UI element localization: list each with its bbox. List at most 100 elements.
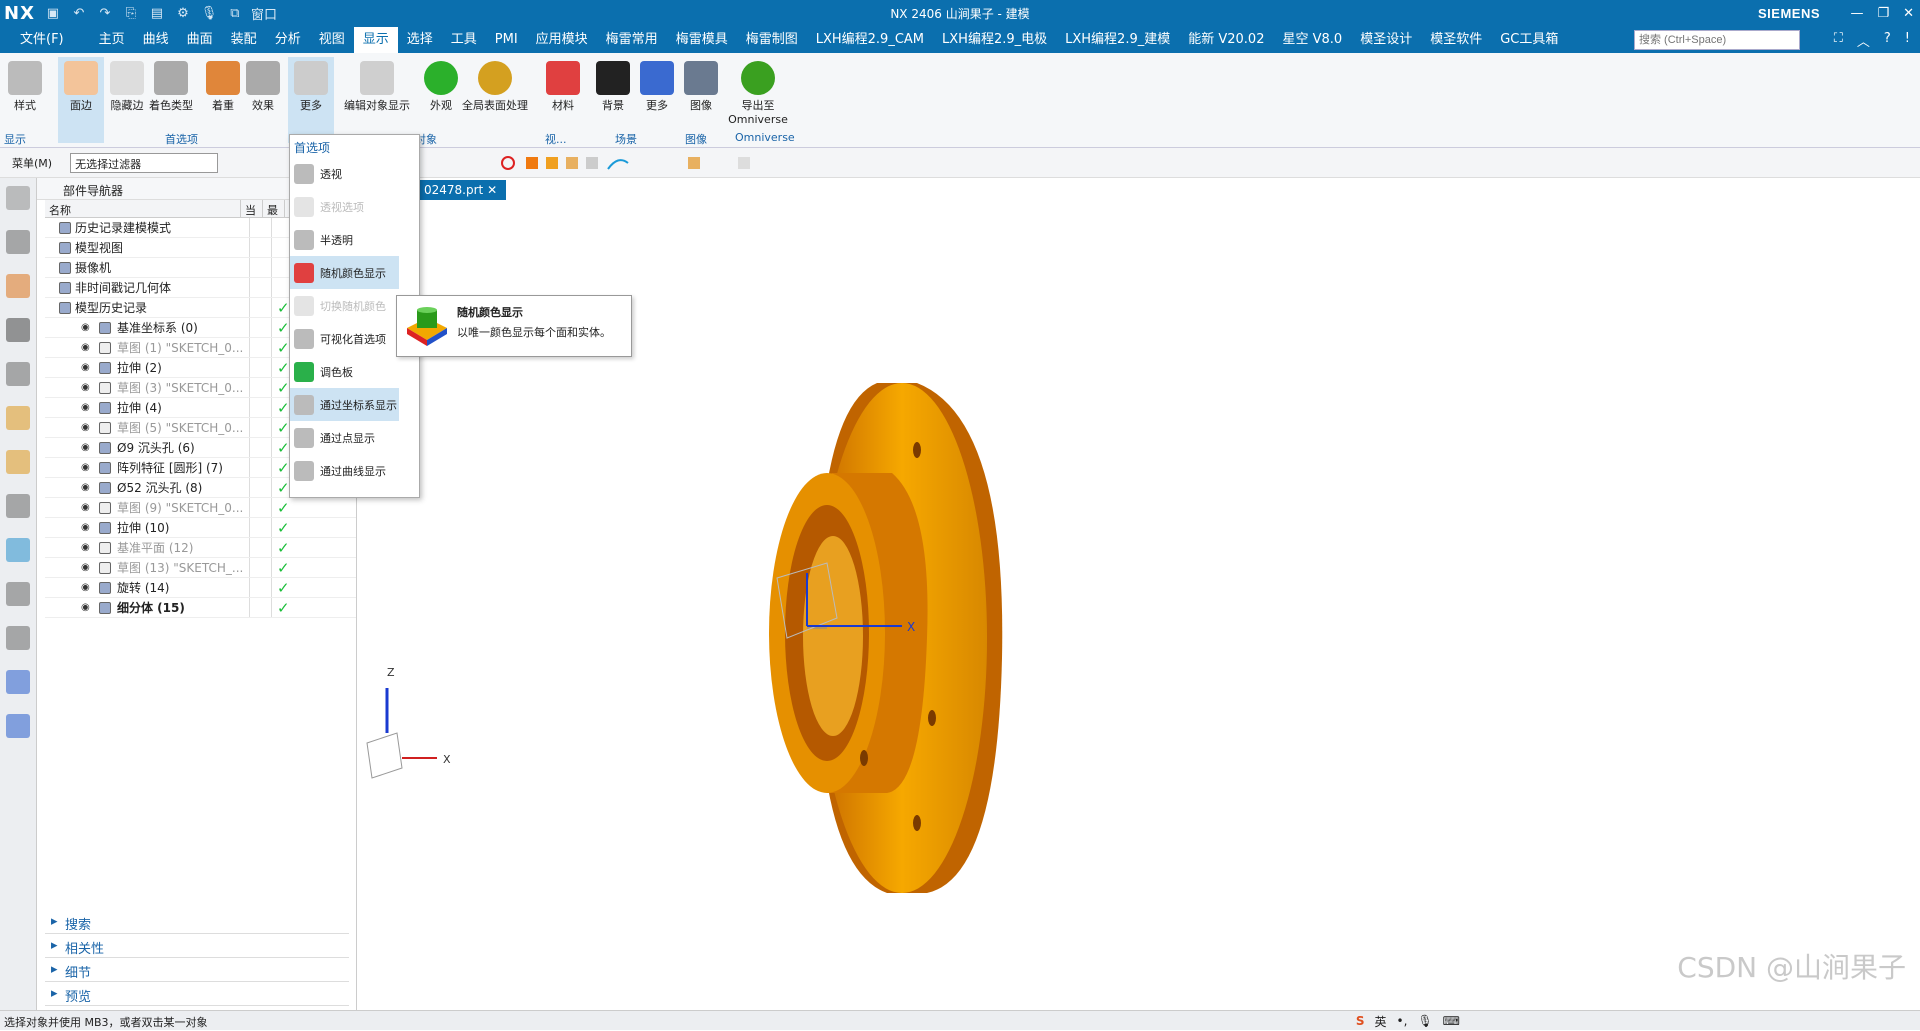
- resource-tab-12[interactable]: [6, 714, 30, 738]
- nav-section-3[interactable]: ▸ 预览: [45, 982, 349, 1006]
- ribbon-button-2[interactable]: 隐藏边: [104, 57, 150, 143]
- visibility-eye-icon[interactable]: ◉: [81, 462, 90, 473]
- menu-tab-10[interactable]: 应用模块: [527, 27, 597, 53]
- dropdown-item-3[interactable]: 随机颜色显示: [290, 256, 399, 289]
- visibility-eye-icon[interactable]: ◉: [81, 422, 90, 433]
- visibility-eye-icon[interactable]: ◉: [81, 522, 90, 533]
- nav-section-2[interactable]: ▸ 细节: [45, 958, 349, 982]
- dropdown-item-4[interactable]: 切换随机颜色: [290, 289, 399, 322]
- visibility-eye-icon[interactable]: ◉: [81, 602, 90, 613]
- visibility-eye-icon[interactable]: ◉: [81, 382, 90, 393]
- ime-mic-icon[interactable]: 🎙: [1417, 1014, 1432, 1028]
- alert-icon[interactable]: !: [1905, 31, 1910, 50]
- menu-tab-6[interactable]: 显示: [354, 27, 398, 53]
- minimize-icon[interactable]: —: [1850, 6, 1863, 21]
- ime-toolbar[interactable]: S 英 •, 🎙 ⌨: [1356, 1011, 1460, 1031]
- column-latest[interactable]: 最: [263, 200, 285, 217]
- tree-row[interactable]: 草图 (9) "SKETCH_0...◉✓: [45, 498, 356, 518]
- command-search-input[interactable]: [1634, 30, 1800, 50]
- menu-tab-19[interactable]: 模圣设计: [1351, 27, 1421, 53]
- menu-tab-18[interactable]: 星空 V8.0: [1273, 27, 1351, 53]
- tree-row[interactable]: 基准平面 (12)◉✓: [45, 538, 356, 558]
- tree-row[interactable]: 细分体 (15)◉✓: [45, 598, 356, 618]
- visibility-eye-icon[interactable]: ◉: [81, 482, 90, 493]
- ribbon-button-1[interactable]: 面边: [58, 57, 104, 143]
- visibility-eye-icon[interactable]: ◉: [81, 322, 90, 333]
- ime-logo-icon[interactable]: S: [1356, 1014, 1365, 1028]
- menu-tab-13[interactable]: 梅雷制图: [737, 27, 807, 53]
- restore-icon[interactable]: ❐: [1877, 6, 1889, 21]
- menu-tab-5[interactable]: 视图: [310, 27, 354, 53]
- menu-button[interactable]: 菜单(M): [12, 155, 52, 171]
- resource-tab-4[interactable]: [6, 362, 30, 386]
- column-current[interactable]: 当: [241, 200, 263, 217]
- resource-tab-5[interactable]: [6, 406, 30, 430]
- file-menu[interactable]: 文件(F): [0, 27, 90, 53]
- menu-tab-21[interactable]: GC工具箱: [1491, 27, 1567, 53]
- tree-row[interactable]: 草图 (13) "SKETCH_...◉✓: [45, 558, 356, 578]
- part-file-tab[interactable]: 02478.prt ✕: [420, 180, 506, 200]
- dropdown-item-8[interactable]: 通过点显示: [290, 421, 399, 454]
- ribbon-button-5[interactable]: 效果: [240, 57, 286, 143]
- menu-tab-2[interactable]: 曲面: [178, 27, 222, 53]
- dropdown-item-6[interactable]: 调色板: [290, 355, 399, 388]
- resource-tab-10[interactable]: [6, 626, 30, 650]
- menu-tab-1[interactable]: 曲线: [134, 27, 178, 53]
- redo-icon[interactable]: ↷: [95, 6, 115, 21]
- menu-tab-11[interactable]: 梅雷常用: [597, 27, 667, 53]
- menu-tab-14[interactable]: LXH编程2.9_CAM: [807, 27, 933, 53]
- resource-tab-11[interactable]: [6, 670, 30, 694]
- fullscreen-icon[interactable]: ⛶: [1834, 31, 1843, 50]
- visibility-eye-icon[interactable]: ◉: [81, 442, 90, 453]
- copy-icon[interactable]: ⎘: [121, 6, 141, 21]
- visibility-eye-icon[interactable]: ◉: [81, 542, 90, 553]
- save-icon[interactable]: ▣: [43, 6, 63, 21]
- nav-section-0[interactable]: ▸ 搜索: [45, 910, 349, 934]
- ribbon-button-12[interactable]: 更多: [634, 57, 680, 143]
- resource-tab-6[interactable]: [6, 450, 30, 474]
- menu-tab-20[interactable]: 模圣软件: [1421, 27, 1491, 53]
- tree-row[interactable]: 旋转 (14)◉✓: [45, 578, 356, 598]
- dropdown-item-7[interactable]: 通过坐标系显示: [290, 388, 399, 421]
- undo-icon[interactable]: ↶: [69, 6, 89, 21]
- menu-tab-4[interactable]: 分析: [266, 27, 310, 53]
- menu-tab-12[interactable]: 梅雷模具: [667, 27, 737, 53]
- visibility-eye-icon[interactable]: ◉: [81, 582, 90, 593]
- menu-tab-8[interactable]: 工具: [442, 27, 486, 53]
- visibility-eye-icon[interactable]: ◉: [81, 402, 90, 413]
- switch-window-icon[interactable]: ⧉: [225, 6, 245, 21]
- resource-tab-0[interactable]: [6, 186, 30, 210]
- visibility-eye-icon[interactable]: ◉: [81, 362, 90, 373]
- visibility-eye-icon[interactable]: ◉: [81, 502, 90, 513]
- ribbon-button-6[interactable]: 更多: [288, 57, 334, 143]
- menu-tab-0[interactable]: 主页: [90, 27, 134, 53]
- resource-tab-3[interactable]: [6, 318, 30, 342]
- dropdown-item-9[interactable]: 通过曲线显示: [290, 454, 399, 487]
- nav-section-1[interactable]: ▸ 相关性: [45, 934, 349, 958]
- paste-icon[interactable]: ▤: [147, 6, 167, 21]
- menu-tab-17[interactable]: 能新 V20.02: [1179, 27, 1273, 53]
- selection-tools[interactable]: [448, 153, 808, 173]
- ime-keyboard-icon[interactable]: ⌨: [1443, 1014, 1460, 1028]
- microphone-icon[interactable]: 🎙: [199, 6, 219, 21]
- visibility-eye-icon[interactable]: ◉: [81, 562, 90, 573]
- menu-tab-3[interactable]: 装配: [222, 27, 266, 53]
- column-name[interactable]: 名称: [45, 200, 241, 217]
- ribbon-button-9[interactable]: 全局表面处理: [460, 57, 530, 143]
- menu-tab-16[interactable]: LXH编程2.9_建模: [1056, 27, 1179, 53]
- resource-tab-8[interactable]: [6, 538, 30, 562]
- dropdown-item-1[interactable]: 透视选项: [290, 190, 399, 223]
- window-menu[interactable]: 窗口: [251, 4, 277, 23]
- resource-tab-1[interactable]: [6, 230, 30, 254]
- dropdown-item-0[interactable]: 透视: [290, 157, 399, 190]
- visibility-eye-icon[interactable]: ◉: [81, 342, 90, 353]
- dropdown-item-2[interactable]: 半透明: [290, 223, 399, 256]
- close-icon[interactable]: ✕: [1903, 6, 1914, 21]
- selection-filter-dropdown[interactable]: 无选择过滤器: [70, 153, 218, 173]
- ribbon-button-7[interactable]: 编辑对象显示: [338, 57, 416, 143]
- menu-tab-9[interactable]: PMI: [486, 27, 527, 53]
- menu-tab-15[interactable]: LXH编程2.9_电极: [933, 27, 1056, 53]
- help-icon[interactable]: ?: [1884, 31, 1891, 50]
- touch-mode-icon[interactable]: ⚙: [173, 6, 193, 21]
- collapse-ribbon-icon[interactable]: ︿: [1857, 31, 1870, 50]
